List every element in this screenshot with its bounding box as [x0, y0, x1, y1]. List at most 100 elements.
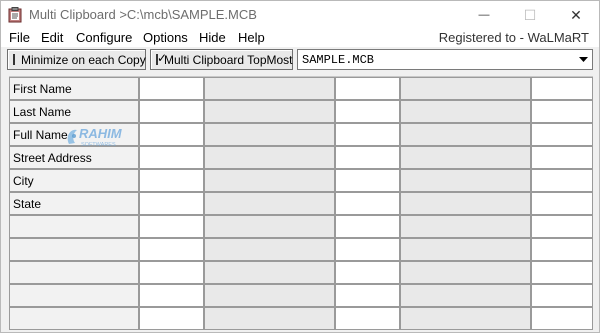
grid-label-cell[interactable] — [400, 192, 531, 215]
grid-value-cell[interactable] — [531, 307, 593, 330]
grid-value-cell[interactable] — [531, 192, 593, 215]
grid-value-cell[interactable] — [531, 100, 593, 123]
grid-label-cell[interactable] — [400, 307, 531, 330]
grid-label-cell[interactable] — [400, 284, 531, 307]
grid-label-cell[interactable] — [400, 238, 531, 261]
grid-row-label: City — [13, 174, 34, 188]
menu-bar: File Edit Configure Options Hide Help Re… — [1, 29, 599, 47]
grid-label-cell[interactable] — [9, 261, 139, 284]
close-button[interactable]: ✕ — [553, 1, 599, 29]
app-window: Multi Clipboard >C:\mcb\SAMPLE.MCB — ☐ ✕… — [0, 0, 600, 333]
grid-value-cell[interactable] — [139, 307, 204, 330]
grid-value-cell[interactable] — [335, 284, 400, 307]
grid-value-cell[interactable] — [139, 77, 204, 100]
grid-value-cell[interactable] — [335, 307, 400, 330]
grid-value-cell[interactable] — [531, 77, 593, 100]
grid-value-cell[interactable] — [139, 123, 204, 146]
minimize-button[interactable]: — — [461, 1, 507, 29]
grid-label-cell[interactable] — [400, 123, 531, 146]
menu-options[interactable]: Options — [143, 30, 188, 45]
grid-label-cell[interactable]: City — [9, 169, 139, 192]
grid-label-cell[interactable] — [9, 238, 139, 261]
grid-label-cell[interactable]: Full Name — [9, 123, 139, 146]
grid-value-cell[interactable] — [335, 215, 400, 238]
grid-label-cell[interactable]: Street Address — [9, 146, 139, 169]
menu-hide[interactable]: Hide — [199, 30, 226, 45]
grid-value-cell[interactable] — [139, 100, 204, 123]
grid-value-cell[interactable] — [139, 238, 204, 261]
grid-value-cell[interactable] — [139, 284, 204, 307]
grid-label-cell[interactable] — [400, 169, 531, 192]
menu-help[interactable]: Help — [238, 30, 265, 45]
minimize-on-copy-toggle[interactable]: Minimize on each Copy — [7, 49, 146, 70]
grid-label-cell[interactable] — [9, 215, 139, 238]
minimize-icon: — — [478, 9, 490, 21]
grid-value-cell[interactable] — [139, 215, 204, 238]
grid-row-label: Street Address — [13, 151, 92, 165]
grid-value-cell[interactable] — [531, 238, 593, 261]
grid-value-cell[interactable] — [139, 192, 204, 215]
toolbar: Minimize on each Copy ✓ Multi Clipboard … — [1, 47, 599, 73]
grid-row-label: First Name — [13, 82, 72, 96]
grid-label-cell[interactable] — [400, 215, 531, 238]
grid-label-cell[interactable] — [9, 307, 139, 330]
grid-label-cell[interactable] — [204, 146, 335, 169]
grid-label-cell[interactable] — [204, 192, 335, 215]
grid-label-cell[interactable] — [204, 284, 335, 307]
grid-value-cell[interactable] — [139, 169, 204, 192]
grid-label-cell[interactable]: Last Name — [9, 100, 139, 123]
grid-row-label: Full Name — [13, 128, 68, 142]
grid-label-cell[interactable] — [204, 307, 335, 330]
checkbox-checked-icon: ✓ — [156, 51, 167, 65]
grid-value-cell[interactable] — [335, 169, 400, 192]
grid-value-cell[interactable] — [335, 238, 400, 261]
grid-value-cell[interactable] — [531, 146, 593, 169]
clipboard-icon — [8, 7, 22, 23]
dropdown-arrow-icon[interactable] — [575, 50, 592, 69]
menu-configure[interactable]: Configure — [76, 30, 132, 45]
grid-value-cell[interactable] — [335, 261, 400, 284]
clipboard-grid: First Name Last Name Full Name Street Addre… — [9, 76, 593, 330]
checkbox-icon — [13, 54, 15, 65]
grid-row-label: State — [13, 197, 42, 211]
grid-value-cell[interactable] — [531, 215, 593, 238]
file-select-value: SAMPLE.MCB — [302, 53, 375, 67]
grid-value-cell[interactable] — [335, 123, 400, 146]
maximize-button[interactable]: ☐ — [507, 1, 553, 29]
grid-label-cell[interactable] — [204, 123, 335, 146]
menu-file[interactable]: File — [9, 30, 30, 45]
menu-edit[interactable]: Edit — [41, 30, 63, 45]
grid-value-cell[interactable] — [139, 146, 204, 169]
topmost-toggle[interactable]: ✓ Multi Clipboard TopMost — [150, 49, 293, 70]
grid-value-cell[interactable] — [531, 261, 593, 284]
grid-value-cell[interactable] — [531, 123, 593, 146]
checkmark-icon: ✓ — [157, 51, 168, 65]
grid-label-cell[interactable] — [400, 100, 531, 123]
grid-label-cell[interactable] — [204, 238, 335, 261]
file-select[interactable]: SAMPLE.MCB — [297, 49, 593, 70]
grid-value-cell[interactable] — [335, 100, 400, 123]
close-icon: ✕ — [570, 6, 582, 23]
maximize-icon: ☐ — [523, 6, 537, 23]
grid-label-cell[interactable] — [204, 261, 335, 284]
grid-value-cell[interactable] — [531, 169, 593, 192]
grid-label-cell[interactable] — [204, 77, 335, 100]
grid-label-cell[interactable] — [204, 100, 335, 123]
grid-label-cell[interactable]: First Name — [9, 77, 139, 100]
grid-value-cell[interactable] — [335, 146, 400, 169]
minimize-on-copy-label: Minimize on each Copy — [21, 52, 146, 67]
grid-row-label: Last Name — [13, 105, 72, 119]
grid-label-cell[interactable] — [9, 284, 139, 307]
title-bar[interactable]: Multi Clipboard >C:\mcb\SAMPLE.MCB — ☐ ✕ — [1, 1, 599, 29]
grid-value-cell[interactable] — [531, 284, 593, 307]
grid-label-cell[interactable] — [400, 77, 531, 100]
grid-label-cell[interactable]: State — [9, 192, 139, 215]
grid-value-cell[interactable] — [335, 77, 400, 100]
grid-label-cell[interactable] — [400, 261, 531, 284]
grid-value-cell[interactable] — [335, 192, 400, 215]
grid-value-cell[interactable] — [139, 261, 204, 284]
grid-label-cell[interactable] — [204, 215, 335, 238]
grid-label-cell[interactable] — [400, 146, 531, 169]
grid-label-cell[interactable] — [204, 169, 335, 192]
registered-label: Registered to - WaLMaRT — [438, 30, 589, 45]
